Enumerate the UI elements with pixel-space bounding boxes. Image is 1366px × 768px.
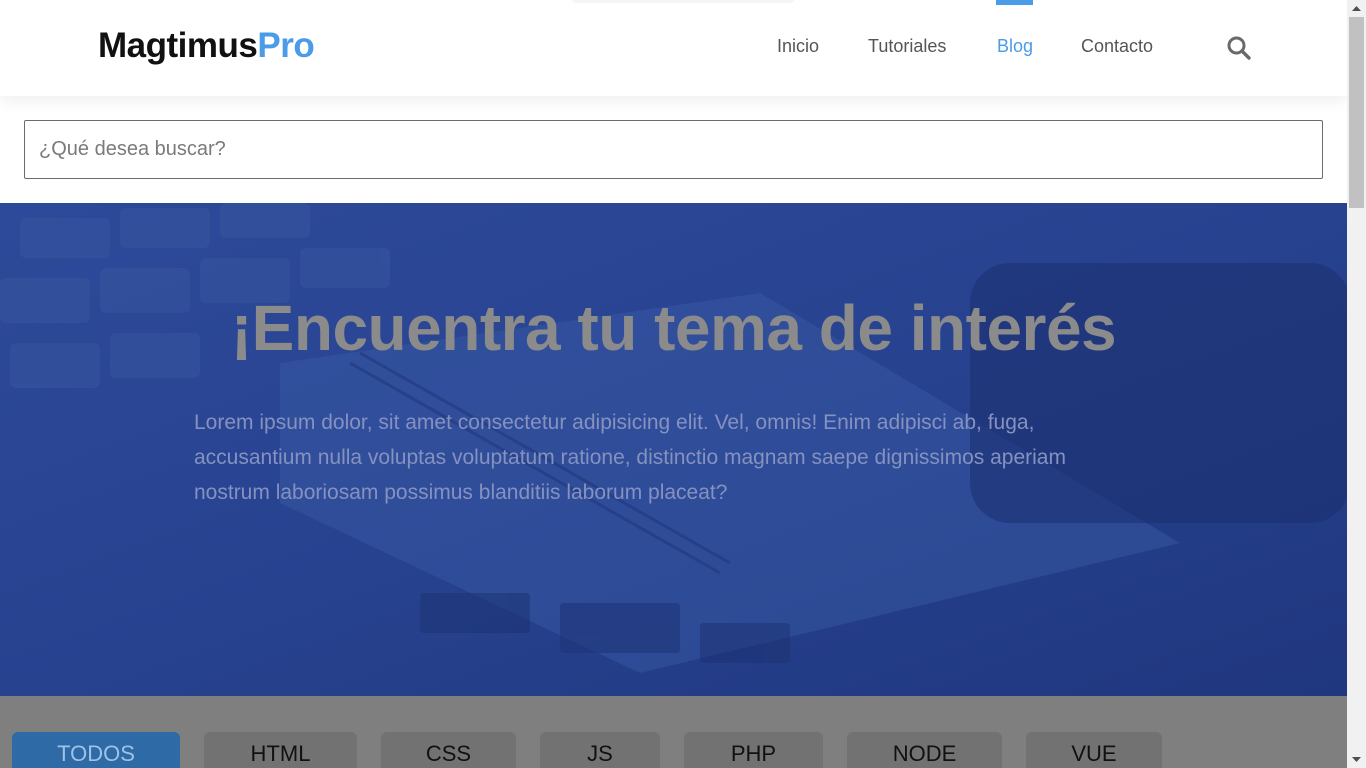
- filter-vue-button[interactable]: VUE: [1026, 732, 1162, 768]
- search-area: [0, 96, 1347, 203]
- nav-item-blog[interactable]: Blog: [997, 36, 1033, 57]
- hero-section: ¡Encuentra tu tema de interés Lorem ipsu…: [0, 203, 1347, 696]
- scroll-up-arrow-icon[interactable]: [1347, 0, 1366, 17]
- scrollbar-thumb[interactable]: [1349, 17, 1364, 208]
- filter-todos-button[interactable]: TODOS: [12, 732, 180, 768]
- nav-item-tutoriales[interactable]: Tutoriales: [868, 36, 946, 57]
- category-filters: TODOS HTML CSS JS PHP NODE VUE: [0, 696, 1347, 768]
- scroll-down-arrow-icon[interactable]: [1347, 751, 1366, 768]
- vertical-scrollbar[interactable]: [1347, 0, 1366, 768]
- browser-viewport: MagtimusPro Inicio Tutoriales Blog Conta…: [0, 0, 1366, 768]
- main-nav: Inicio Tutoriales Blog Contacto: [0, 0, 1347, 96]
- filter-html-button[interactable]: HTML: [204, 732, 357, 768]
- nav-item-contacto[interactable]: Contacto: [1081, 36, 1153, 57]
- filter-php-button[interactable]: PHP: [684, 732, 823, 768]
- filter-node-button[interactable]: NODE: [847, 732, 1002, 768]
- hero-description: Lorem ipsum dolor, sit amet consectetur …: [194, 411, 1066, 504]
- search-input[interactable]: [24, 120, 1323, 179]
- filter-css-button[interactable]: CSS: [381, 732, 516, 768]
- site-header: MagtimusPro Inicio Tutoriales Blog Conta…: [0, 0, 1347, 96]
- page: MagtimusPro Inicio Tutoriales Blog Conta…: [0, 0, 1347, 768]
- top-edge-shadow: [572, 0, 794, 3]
- nav-item-inicio[interactable]: Inicio: [777, 36, 819, 57]
- filter-js-button[interactable]: JS: [540, 732, 660, 768]
- active-nav-indicator: [996, 0, 1033, 5]
- hero-title: ¡Encuentra tu tema de interés: [230, 292, 1117, 364]
- search-icon[interactable]: [1226, 35, 1252, 61]
